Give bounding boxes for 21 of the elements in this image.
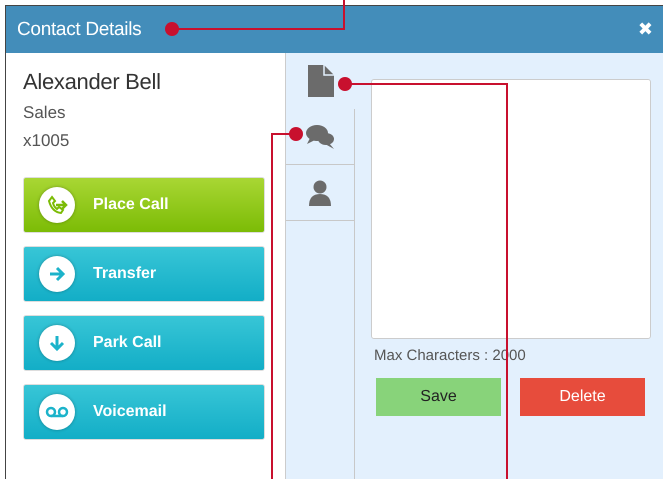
contact-name: Alexander Bell [23,69,162,95]
contact-department: Sales [23,103,67,123]
chat-tab[interactable] [286,109,355,165]
save-button[interactable]: Save [376,378,501,416]
chat-icon [305,124,335,150]
close-button[interactable]: ✖ [638,19,653,40]
notes-field[interactable] [371,79,651,339]
document-icon [308,65,334,97]
phone-exit-icon [46,194,68,216]
arrow-right-icon [47,264,67,284]
delete-button[interactable]: Delete [520,378,645,416]
park-action-button[interactable]: Park Call [23,315,265,371]
window-title: Contact Details [17,18,142,40]
person-icon [309,180,331,206]
voicemail-action-button[interactable]: Voicemail [23,384,265,440]
voicemail-icon [45,405,69,419]
person-tab[interactable] [286,165,355,221]
arrow-down-icon [47,333,67,353]
transfer-action-button[interactable]: Transfer [23,246,265,302]
call-action-button[interactable]: Place Call [23,177,265,233]
contact-extension: x1005 [23,131,70,151]
